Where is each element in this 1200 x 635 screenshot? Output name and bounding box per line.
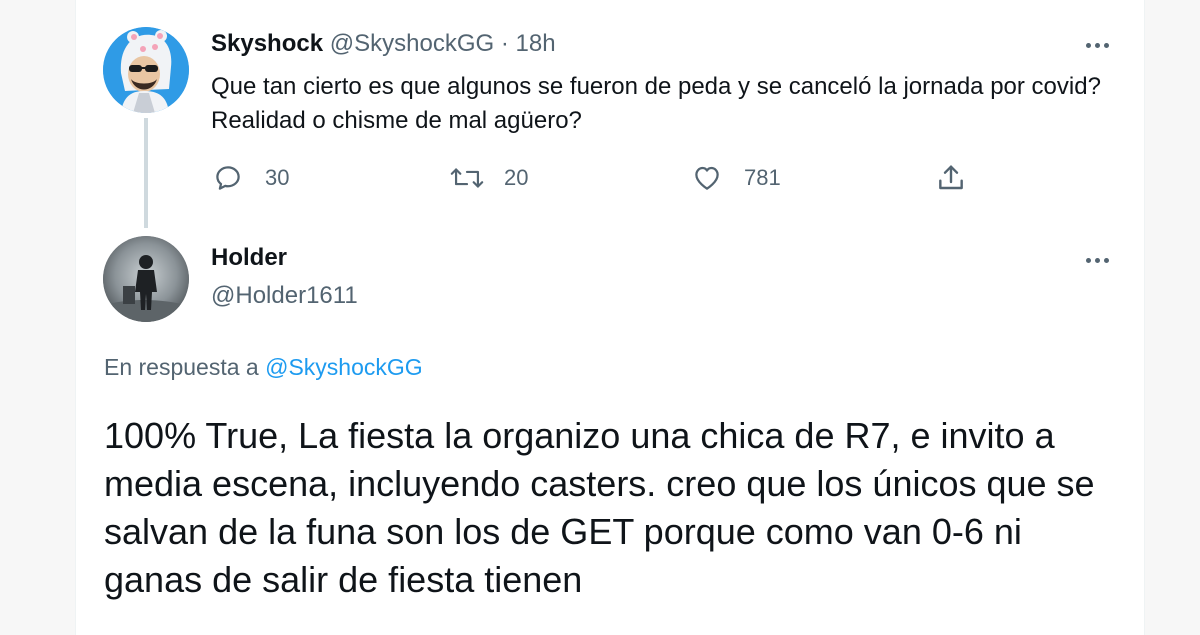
tweet1-separator: · bbox=[500, 30, 509, 57]
tweet2-text: 100% True, La fiesta la organizo una chi… bbox=[104, 415, 1095, 600]
holder-avatar[interactable] bbox=[103, 236, 189, 322]
tweet2-handle[interactable]: @Holder1611 bbox=[211, 282, 358, 310]
left-gutter bbox=[0, 0, 75, 635]
tweet1-timestamp[interactable]: 18h bbox=[516, 30, 556, 57]
reply-prefix: En respuesta a bbox=[104, 354, 259, 380]
skyshock-avatar-illustration bbox=[103, 27, 189, 113]
tweet1-text: Que tan cierto es que algunos se fueron … bbox=[211, 73, 1101, 134]
retweet-count: 20 bbox=[504, 165, 529, 190]
retweet-icon bbox=[450, 168, 484, 188]
reply-button[interactable]: 30 bbox=[213, 160, 289, 196]
like-count: 781 bbox=[744, 165, 781, 190]
tweet-thread-page: Skyshock @SkyshockGG · 18h Que tan ciert… bbox=[0, 0, 1200, 635]
reply-count: 30 bbox=[265, 165, 290, 190]
reply-icon bbox=[216, 166, 240, 190]
tweet1-more-button[interactable] bbox=[1083, 33, 1123, 57]
tweet1-display-name[interactable]: Skyshock bbox=[211, 30, 323, 57]
tweet2-more-button[interactable] bbox=[1083, 248, 1123, 272]
share-button[interactable] bbox=[935, 160, 967, 196]
share-icon bbox=[939, 165, 963, 190]
holder-avatar-photo bbox=[103, 236, 189, 322]
reply-context: En respuesta a @SkyshockGG bbox=[104, 354, 423, 381]
right-gutter bbox=[1143, 0, 1200, 635]
tweet1-handle[interactable]: @SkyshockGG bbox=[330, 30, 494, 57]
tweet1-header: Skyshock @SkyshockGG · 18h bbox=[211, 30, 556, 58]
retweet-button[interactable]: 20 bbox=[450, 160, 528, 196]
like-button[interactable]: 781 bbox=[692, 160, 781, 196]
tweet2-display-name[interactable]: Holder bbox=[211, 244, 287, 272]
thread-connector-line bbox=[144, 118, 148, 228]
like-icon bbox=[695, 166, 719, 190]
reply-mention-link[interactable]: @SkyshockGG bbox=[265, 354, 423, 380]
skyshock-avatar[interactable] bbox=[103, 27, 189, 113]
